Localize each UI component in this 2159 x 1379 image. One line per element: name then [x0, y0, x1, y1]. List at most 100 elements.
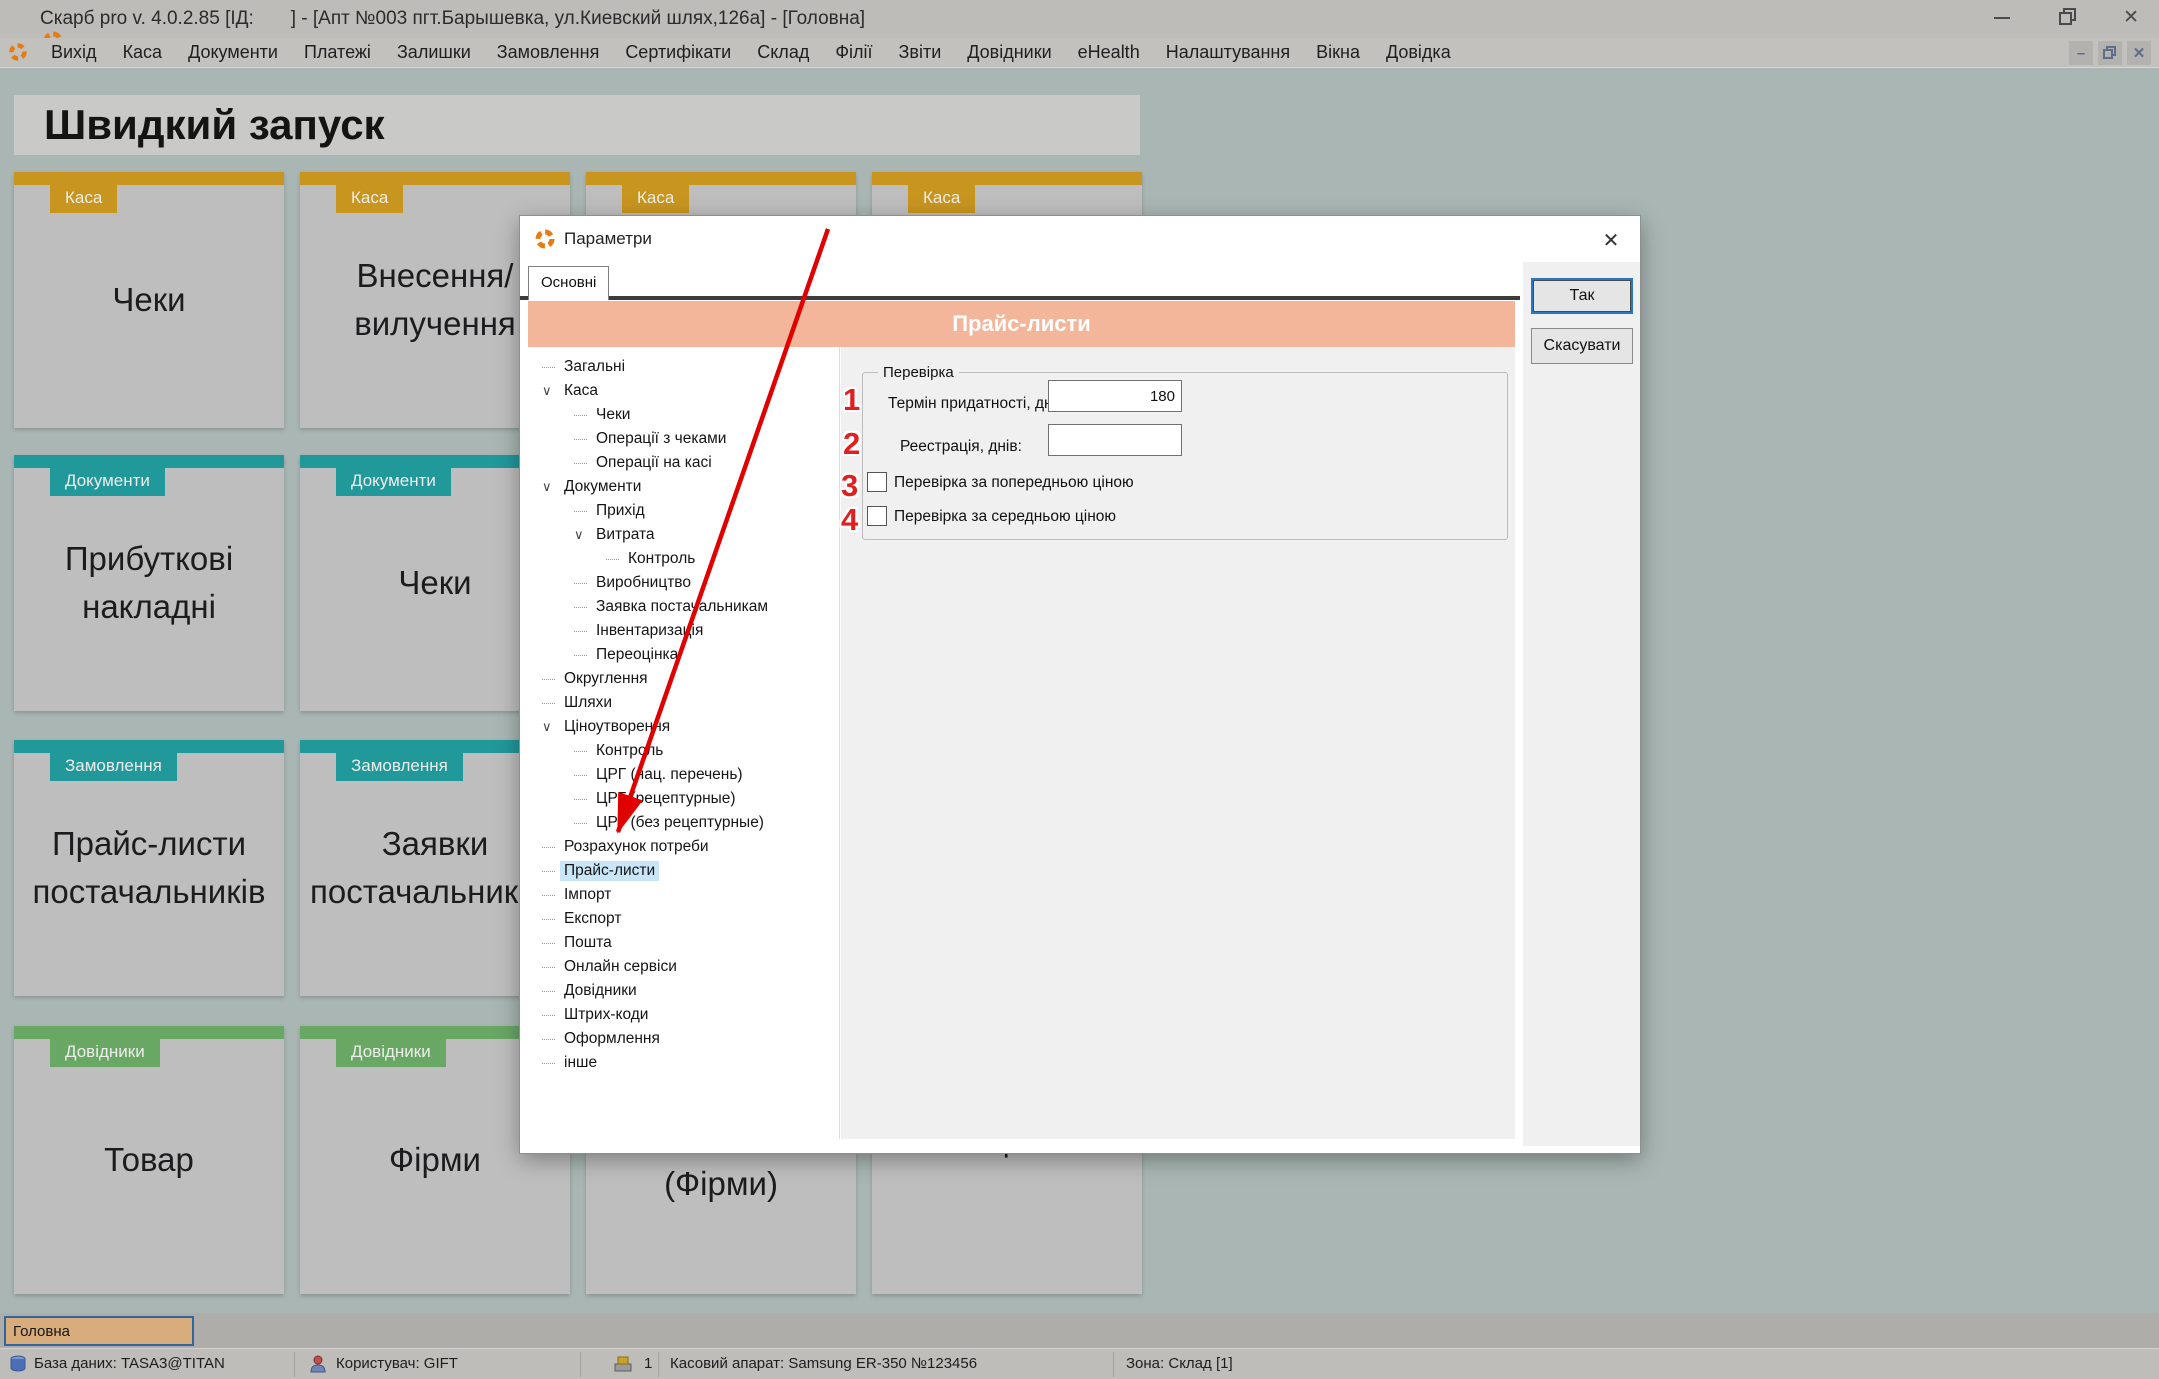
database-icon: [8, 1354, 28, 1378]
taskbar-tab-holovna[interactable]: Головна: [4, 1316, 194, 1346]
tree-item-rozrakhunok-potreby[interactable]: Розрахунок потреби: [528, 835, 839, 859]
tile-category-tag: Замовлення: [336, 753, 463, 781]
tree-item-okruhlennia[interactable]: Округлення: [528, 667, 839, 691]
window-controls: ✕: [1991, 6, 2139, 33]
tree-item-tsrh-nats-perechen[interactable]: ЦРГ (нац. перечень): [528, 763, 839, 787]
tree-item-prais-lysty-selected[interactable]: Прайс-листи: [528, 859, 839, 883]
menu-item-filii[interactable]: Філії: [822, 39, 885, 66]
close-icon[interactable]: ✕: [2123, 6, 2139, 33]
tree-item-dokumenty[interactable]: ∨ Документи: [528, 475, 839, 499]
average-price-checkbox[interactable]: [867, 506, 887, 526]
tile-category-tag: Довідники: [336, 1039, 446, 1067]
chevron-down-icon[interactable]: ∨: [542, 719, 560, 735]
dialog-title-bar[interactable]: Параметри: [520, 216, 1640, 262]
shelf-life-input[interactable]: [1048, 380, 1182, 412]
tile-category-tag: Каса: [908, 185, 976, 213]
menu-item-nalashtuvannia[interactable]: Налаштування: [1153, 39, 1303, 66]
menu-item-zvity[interactable]: Звіти: [886, 39, 955, 66]
tree-item-kasa[interactable]: ∨ Каса: [528, 379, 839, 403]
tab-osnovni[interactable]: Основні: [528, 266, 610, 300]
ok-button[interactable]: Так: [1531, 278, 1633, 314]
menu-item-ehealth[interactable]: eHealth: [1065, 39, 1153, 66]
dialog-logo-icon: [534, 228, 556, 250]
parameters-dialog: Параметри ✕ Так Скасувати Основні Прайс-…: [519, 215, 1641, 1154]
tree-item-kontrol-tsiny[interactable]: Контроль: [528, 739, 839, 763]
quick-launch-title: Швидкий запуск: [14, 95, 1140, 155]
menu-item-vikna[interactable]: Вікна: [1303, 39, 1373, 66]
registration-days-label: Реестрація, днів:: [900, 438, 1022, 455]
tile-prybutkovi-nakladni[interactable]: Прибуткові накладні Документи: [14, 455, 284, 711]
tree-item-import[interactable]: Імпорт: [528, 883, 839, 907]
registration-days-input[interactable]: [1048, 424, 1182, 456]
tile-cheky-kasa[interactable]: Чеки Каса: [14, 172, 284, 428]
status-divider: [1113, 1352, 1114, 1377]
tile-strip: [14, 172, 284, 185]
shelf-life-label: Термін придатності, дн: [888, 395, 1048, 412]
menu-item-zamovlennia[interactable]: Замовлення: [484, 39, 613, 66]
status-zone: Зона: Склад [1]: [1126, 1355, 1233, 1372]
menu-item-dovidnyky[interactable]: Довідники: [954, 39, 1064, 66]
tree-item-dovidnyky[interactable]: Довідники: [528, 979, 839, 1003]
status-divider: [580, 1352, 581, 1377]
title-bar: Скарб pro v. 4.0.2.85 [ІД: ] - [Апт №003…: [0, 0, 2159, 51]
restore-icon[interactable]: [2057, 6, 2079, 33]
tile-strip: [14, 455, 284, 468]
dialog-title: Параметри: [564, 229, 652, 248]
tile-strip: [300, 172, 570, 185]
mdi-minimize-icon[interactable]: –: [2069, 41, 2093, 65]
tree-item-poshta[interactable]: Пошта: [528, 931, 839, 955]
menu-item-zalyshky[interactable]: Залишки: [384, 39, 484, 66]
tree-item-tsinoutvorennia[interactable]: ∨ Ціноутворення: [528, 715, 839, 739]
average-price-label: Перевірка за середньою ціною: [894, 508, 1117, 525]
mdi-window-controls: – ✕: [2069, 41, 2151, 65]
tree-item-oformlennia[interactable]: Оформлення: [528, 1027, 839, 1051]
settings-tree: Загальні ∨ Каса Чеки Операції з чеками Оп…: [528, 347, 840, 1139]
mdi-close-icon[interactable]: ✕: [2127, 41, 2151, 65]
tile-category-tag: Каса: [50, 185, 118, 213]
dialog-close-icon[interactable]: ✕: [1598, 228, 1624, 254]
tree-item-zahalni[interactable]: Загальні: [528, 355, 839, 379]
cancel-button[interactable]: Скасувати: [1531, 328, 1633, 364]
menu-item-sklad[interactable]: Склад: [744, 39, 822, 66]
menu-item-sertyfikaty[interactable]: Сертифікати: [612, 39, 744, 66]
tree-item-eksport[interactable]: Експорт: [528, 907, 839, 931]
tree-item-kontrol-vytrata[interactable]: Контроль: [528, 547, 839, 571]
tree-item-tsrh-retsepturni[interactable]: ЦРГ (рецептурные): [528, 787, 839, 811]
tile-category-tag: Замовлення: [50, 753, 177, 781]
tree-item-shtrykh-kody[interactable]: Штрих-коди: [528, 1003, 839, 1027]
chevron-down-icon[interactable]: ∨: [542, 383, 560, 399]
tree-item-vytrata[interactable]: ∨ Витрата: [528, 523, 839, 547]
tree-item-tsrh-bez-retsepturni[interactable]: ЦРГ (без рецептурные): [528, 811, 839, 835]
minimize-icon[interactable]: [1991, 6, 2013, 33]
mdi-restore-icon[interactable]: [2098, 41, 2122, 65]
menu-item-platezhi[interactable]: Платежі: [291, 39, 384, 66]
tree-item-operatsii-z-chekamy[interactable]: Операції з чеками: [528, 427, 839, 451]
menu-item-vyhid[interactable]: Вихід: [38, 39, 110, 66]
status-bar: База даних: TASA3@TITAN Користувач: GIFT…: [0, 1348, 2159, 1379]
tree-item-inshe[interactable]: інше: [528, 1051, 839, 1075]
tile-tovar[interactable]: Товар Довідники: [14, 1026, 284, 1294]
dialog-button-column: Так Скасувати: [1523, 262, 1640, 1146]
status-register-count: 1: [644, 1355, 653, 1372]
tree-item-cheky[interactable]: Чеки: [528, 403, 839, 427]
tree-item-pereotsinka[interactable]: Переоцінка: [528, 643, 839, 667]
tree-item-shliakhy[interactable]: Шляхи: [528, 691, 839, 715]
tree-item-vyrobnytstvo[interactable]: Виробництво: [528, 571, 839, 595]
menu-item-dovidka[interactable]: Довідка: [1373, 39, 1464, 66]
tile-strip: [14, 1026, 284, 1039]
menu-item-kasa[interactable]: Каса: [110, 39, 176, 66]
tree-item-onlain-servisy[interactable]: Онлайн сервіси: [528, 955, 839, 979]
menu-item-dokumenty[interactable]: Документи: [175, 39, 291, 66]
status-divider: [294, 1352, 295, 1377]
tile-category-tag: Документи: [336, 468, 451, 496]
tree-item-prykhid[interactable]: Прихід: [528, 499, 839, 523]
tree-item-inventaryzatsiia[interactable]: Інвентаризація: [528, 619, 839, 643]
tree-item-zaiavka-postachalnykam[interactable]: Заявка постачальникам: [528, 595, 839, 619]
tree-item-operatsii-na-kasi[interactable]: Операції на касі: [528, 451, 839, 475]
chevron-down-icon[interactable]: ∨: [574, 527, 592, 543]
chevron-down-icon[interactable]: ∨: [542, 479, 560, 495]
status-user: Користувач: GIFT: [336, 1355, 458, 1372]
previous-price-checkbox[interactable]: [867, 472, 887, 492]
tile-strip: [872, 172, 1142, 185]
tile-prais-lysty-postachalnykiv[interactable]: Прайс-листи постачальників Замовлення: [14, 740, 284, 996]
